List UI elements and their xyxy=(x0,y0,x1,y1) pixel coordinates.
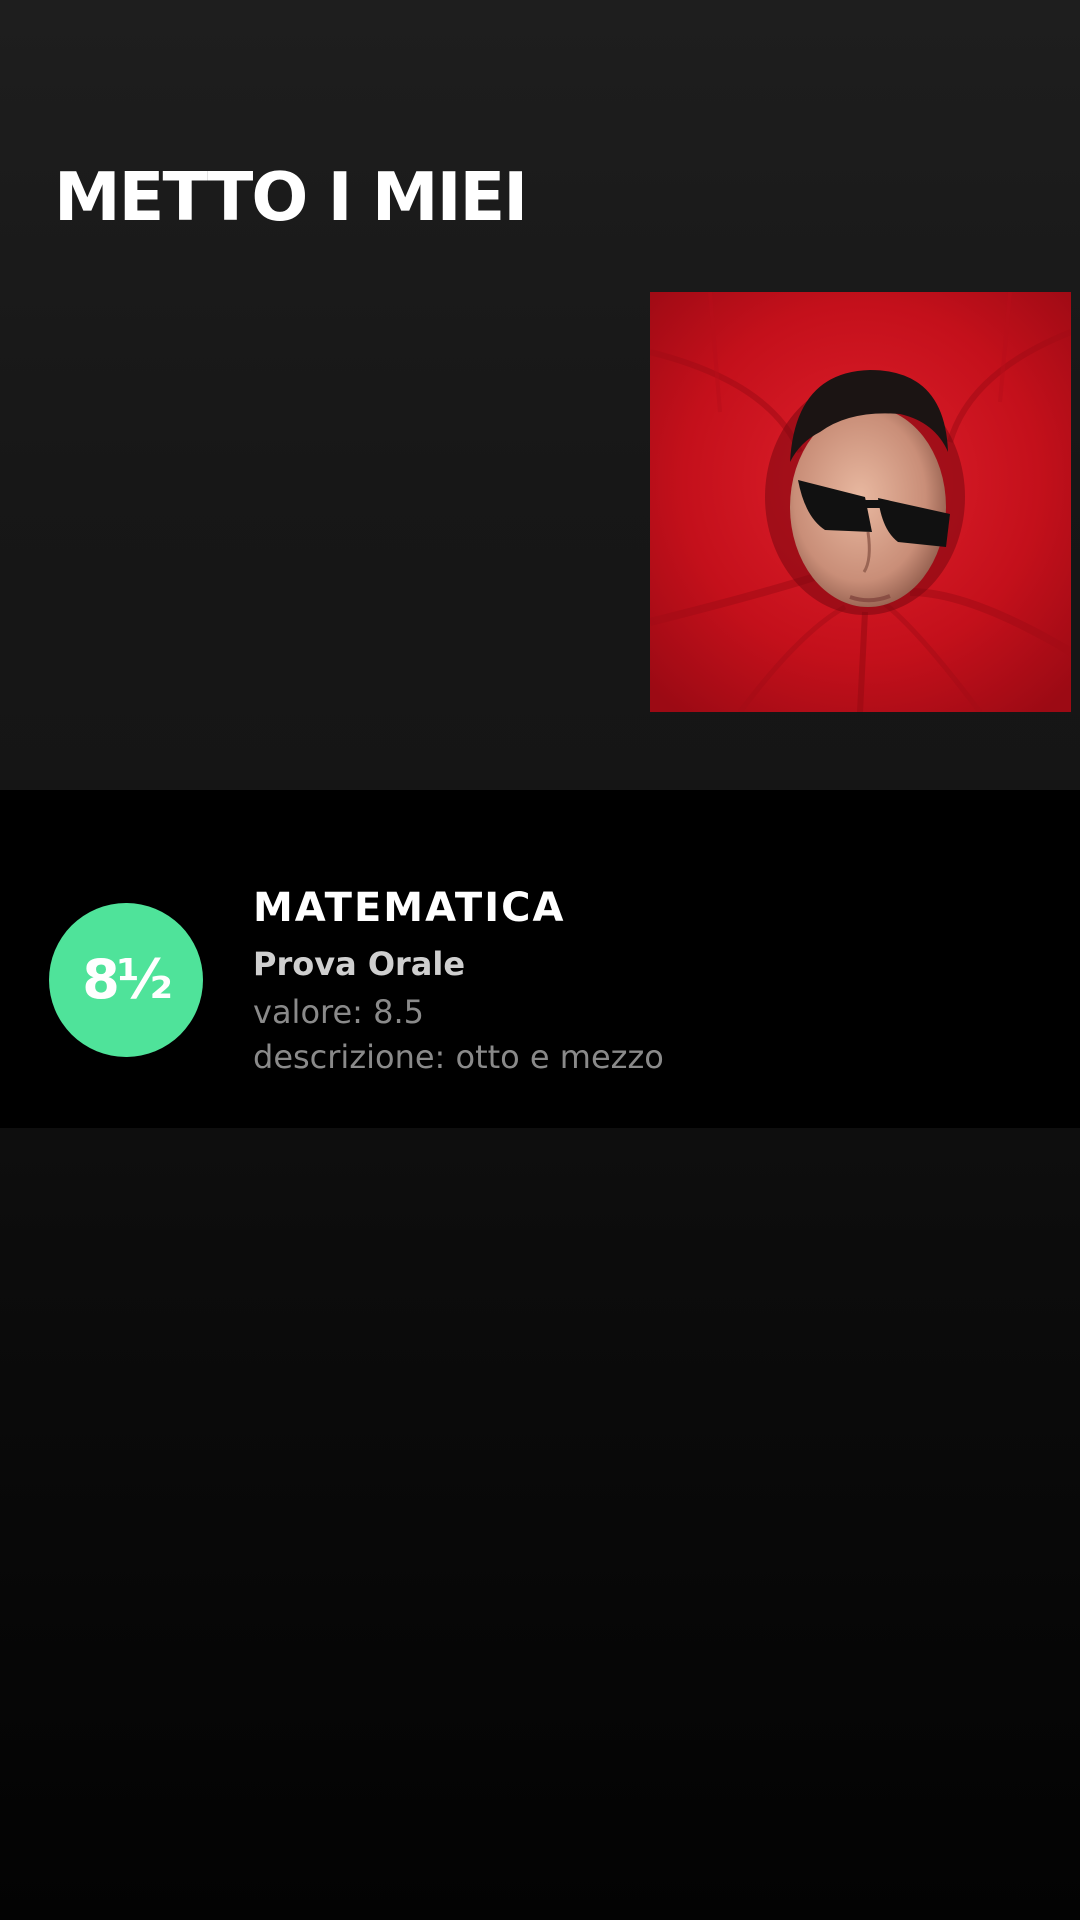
subject-label: MATEMATICA xyxy=(253,885,566,931)
grade-badge-label: 8½ xyxy=(82,948,173,1011)
page-title: METTO I MIEI xyxy=(54,158,528,236)
grade-description-line: descrizione: otto e mezzo xyxy=(253,1038,664,1076)
grade-info: MATEMATICA Prova Orale valore: 8.5 descr… xyxy=(253,888,664,1086)
grade-card[interactable]: 8½ MATEMATICA Prova Orale valore: 8.5 de… xyxy=(0,790,1080,1128)
cover-art-image xyxy=(650,292,1071,712)
top-section: METTO I MIEI xyxy=(0,0,1080,790)
grade-badge: 8½ xyxy=(49,903,203,1057)
empty-area xyxy=(0,1128,1080,1920)
grade-value-line: valore: 8.5 xyxy=(253,993,424,1031)
test-type-label: Prova Orale xyxy=(253,945,466,983)
